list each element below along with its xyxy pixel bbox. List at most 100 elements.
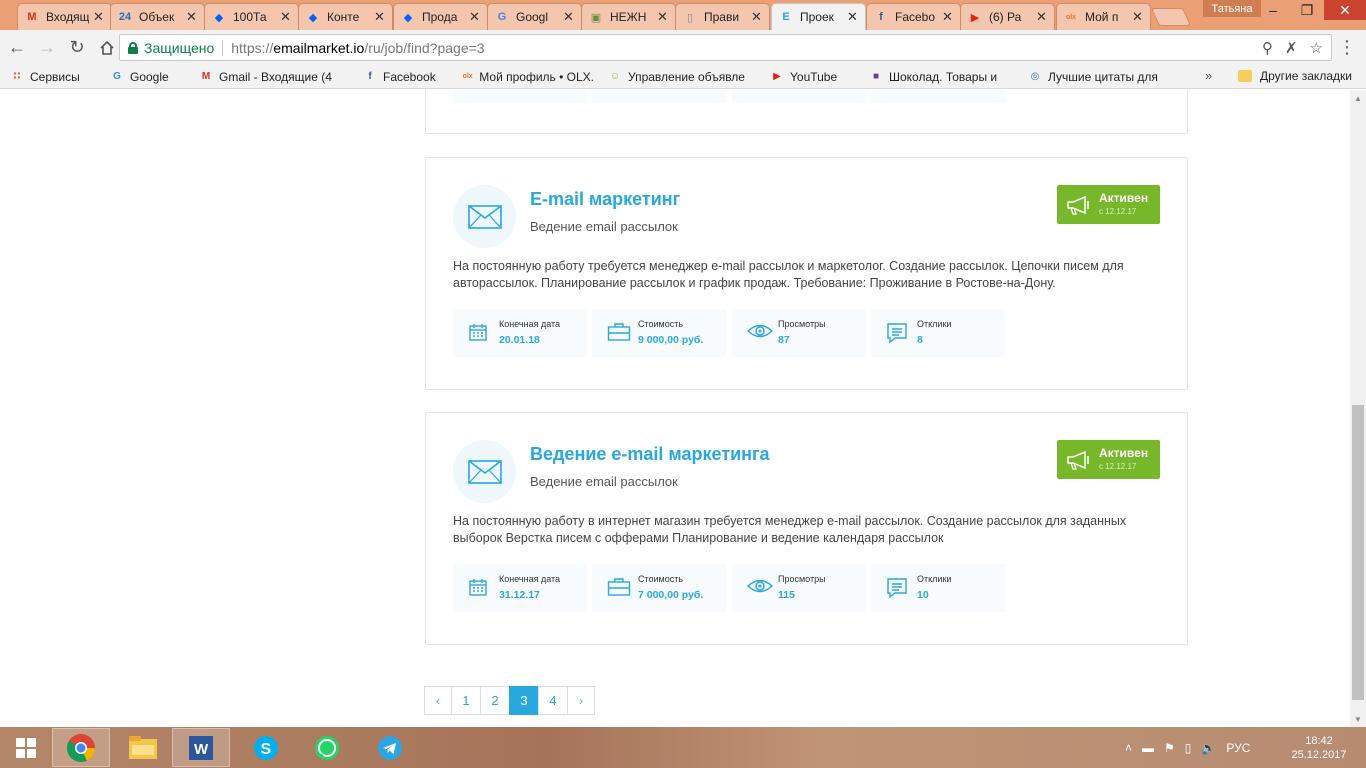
job-card-partial [425, 90, 1188, 134]
tab-close-icon[interactable]: ✕ [657, 9, 669, 25]
tray-chevron-icon[interactable]: ˄ [1125, 741, 1132, 755]
page-link-4[interactable]: 4 [538, 686, 568, 715]
back-button[interactable]: ← [4, 35, 30, 61]
job-title-link[interactable]: Ведение e-mail маркетинга [530, 444, 770, 465]
browser-tab[interactable]: ◆ Конте ✕ [298, 3, 393, 30]
language-indicator[interactable]: РУС [1226, 741, 1250, 755]
stat-value: 10 [917, 589, 929, 601]
job-description: На постоянную работу требуется менеджер … [453, 259, 1124, 290]
clock-date: 25.12.2017 [1291, 749, 1347, 761]
flag-icon[interactable]: ⚑ [1164, 741, 1175, 755]
minimize-button[interactable]: – [1256, 0, 1290, 20]
maximize-button[interactable]: ❐ [1290, 0, 1324, 20]
taskbar-clock[interactable]: 18:42 25.12.2017 [1289, 734, 1349, 762]
comment-icon [886, 577, 908, 602]
scroll-up-icon[interactable]: ▲ [1350, 90, 1366, 106]
olx-icon: olx [462, 73, 473, 80]
more-bookmarks-chevron-icon[interactable]: » [1205, 68, 1212, 83]
olx-icon: olx [1065, 13, 1077, 21]
battery-icon[interactable]: ▯ [1185, 741, 1192, 755]
taskbar-file-explorer[interactable] [114, 728, 172, 767]
gmail-icon: M [27, 11, 37, 23]
bookmark-item[interactable]: M Gmail - Входящие (4 [199, 70, 349, 84]
bookmark-item[interactable]: G Google [110, 70, 185, 84]
whatsapp-icon [315, 735, 339, 760]
bookmark-item[interactable]: ∷ Сервисы [10, 70, 96, 84]
tab-close-icon[interactable]: ✕ [186, 9, 198, 25]
stat-label: Стоимость [638, 574, 684, 584]
gmail-icon: M [201, 71, 211, 82]
browser-tab[interactable]: E Проек ✕ [771, 3, 866, 30]
file-explorer-icon [129, 735, 157, 759]
page-link-2[interactable]: 2 [480, 686, 510, 715]
tab-title: (6) Ра [989, 10, 1022, 24]
pagination-next[interactable]: › [567, 686, 595, 715]
home-button[interactable] [94, 35, 120, 61]
tab-close-icon[interactable]: ✕ [563, 9, 575, 25]
bookmark-item[interactable]: ▶ YouTube [770, 70, 855, 84]
taskbar-skype[interactable]: S [237, 728, 295, 767]
job-title-link[interactable]: E-mail маркетинг [530, 189, 680, 210]
calendar-icon [468, 577, 488, 600]
bookmark-item[interactable]: f Facebook [363, 70, 448, 84]
bookmark-star-icon[interactable]: ☆ [1310, 39, 1323, 57]
browser-tab[interactable]: ▣ НЕЖН ✕ [581, 3, 676, 30]
share-icon[interactable]: ✗ [1285, 39, 1298, 57]
scroll-thumb[interactable] [1352, 405, 1364, 700]
browser-tab[interactable]: ▯ Прави ✕ [675, 3, 770, 30]
volume-icon[interactable]: 🔈 [1201, 741, 1216, 755]
new-tab-button[interactable] [1150, 8, 1192, 26]
browser-tab[interactable]: M Входящ ✕ [17, 3, 112, 30]
browser-tab[interactable]: ▶ (6) Ра ✕ [960, 3, 1055, 30]
zoom-search-icon[interactable]: ⚲ [1262, 39, 1273, 57]
taskbar-chrome[interactable] [52, 728, 110, 767]
windows-start-button[interactable] [0, 727, 52, 768]
google-icon: G [113, 71, 121, 82]
reload-button[interactable]: ↻ [64, 35, 90, 61]
stat-label: Конечная дата [499, 574, 561, 584]
close-window-button[interactable]: ✕ [1324, 0, 1366, 20]
apps-icon: ∷ [13, 71, 21, 82]
pagination-prev[interactable]: ‹ [424, 686, 452, 715]
pagination: ‹ 1 2 3 4 › [424, 686, 595, 715]
browser-tab[interactable]: ◆ 100Та ✕ [204, 3, 299, 30]
tab-close-icon[interactable]: ✕ [1132, 9, 1144, 25]
profile-button[interactable]: Татьяна [1203, 0, 1261, 17]
chrome-menu-icon[interactable]: ⋮ [1338, 38, 1356, 56]
stat-box: Стоимость 9 000,00 руб. [592, 309, 726, 357]
bookmark-item[interactable]: ☺ Управление объявле [608, 70, 756, 84]
tab-close-icon[interactable]: ✕ [847, 9, 859, 25]
taskbar-word[interactable]: W [172, 728, 230, 767]
other-bookmarks[interactable]: Другие закладки [1238, 69, 1352, 83]
signal-icon[interactable]: ▬ [1142, 741, 1154, 755]
bookmark-label: Google [130, 69, 169, 84]
taskbar-whatsapp[interactable] [298, 728, 356, 767]
forward-button[interactable]: → [34, 35, 60, 61]
tab-close-icon[interactable]: ✕ [1036, 9, 1048, 25]
browser-tab[interactable]: olx Мой п ✕ [1056, 3, 1151, 30]
tab-close-icon[interactable]: ✕ [280, 9, 292, 25]
scroll-down-icon[interactable]: ▼ [1350, 711, 1366, 727]
bookmark-item[interactable]: olx Мой профиль • OLX. [462, 70, 594, 84]
bookmark-item[interactable]: ◎ Лучшие цитаты для [1028, 70, 1178, 84]
taskbar-telegram[interactable] [361, 728, 419, 767]
browser-tab[interactable]: ◆ Прода ✕ [393, 3, 488, 30]
tab-close-icon[interactable]: ✕ [374, 9, 386, 25]
tab-close-icon[interactable]: ✕ [469, 9, 481, 25]
address-bar[interactable]: Защищено https://emailmarket.io/ru/job/f… [119, 34, 1332, 61]
tab-close-icon[interactable]: ✕ [751, 9, 763, 25]
tab-close-icon[interactable]: ✕ [942, 9, 954, 25]
stat-box [592, 90, 726, 103]
page-icon: ▯ [686, 11, 694, 24]
page-link-3-current[interactable]: 3 [509, 686, 539, 715]
page-scrollbar[interactable]: ▲ ▼ [1350, 90, 1366, 727]
tab-close-icon[interactable]: ✕ [93, 9, 105, 25]
megaphone-icon [1066, 195, 1092, 218]
browser-tab[interactable]: 24 Объек ✕ [110, 3, 205, 30]
facebook-icon: f [368, 71, 372, 82]
bookmark-label: Шоколад. Товары и [889, 69, 998, 84]
browser-tab[interactable]: G Googl ✕ [487, 3, 582, 30]
browser-tab[interactable]: f Facebo ✕ [866, 3, 961, 30]
bookmark-item[interactable]: ■ Шоколад. Товары и [869, 70, 1014, 84]
page-link-1[interactable]: 1 [451, 686, 481, 715]
